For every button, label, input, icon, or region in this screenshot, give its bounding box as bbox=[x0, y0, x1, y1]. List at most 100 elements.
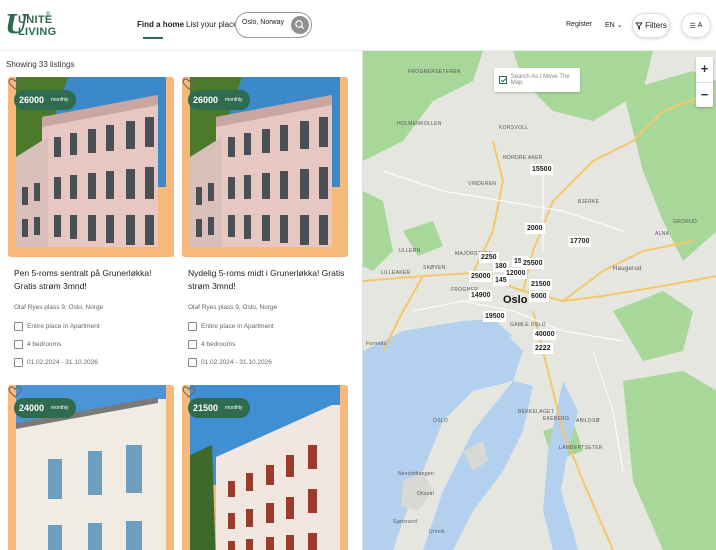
place-label: Fornebu bbox=[366, 341, 387, 347]
zoom-out-button[interactable]: − bbox=[696, 82, 713, 107]
price-badge: 26000 monthly bbox=[14, 90, 76, 110]
listing-rooms-label: 4 bedrooms bbox=[201, 341, 236, 348]
listing-dates-label: 01.02.2024 - 31.10.2026 bbox=[201, 359, 272, 366]
user-menu-button[interactable]: ☰ A bbox=[681, 13, 711, 38]
listing-title[interactable]: Pen 5-roms sentralt på Grunerløkka! Grat… bbox=[14, 267, 174, 293]
listing-address: Olaf Ryes plass 9, Oslo, Norge bbox=[188, 304, 278, 311]
place-label: Sjøstrand bbox=[393, 519, 418, 525]
place-label: LAMBERTSETER bbox=[559, 445, 603, 451]
nav-active-underline bbox=[143, 37, 163, 39]
place-label: Oksval bbox=[417, 491, 435, 497]
logo-line2: LIVING bbox=[18, 26, 57, 38]
place-label: ULLERN bbox=[399, 248, 421, 254]
listing-count: Showing 33 listings bbox=[6, 60, 75, 69]
language-selector[interactable]: EN ⌄ bbox=[605, 21, 623, 29]
listing-type-label: Entire place in Apartment bbox=[201, 323, 274, 330]
map-view[interactable]: Search As I Move The Map + − FROGNERSETE… bbox=[362, 51, 716, 550]
price-marker[interactable]: 6000 bbox=[529, 291, 549, 302]
price-marker[interactable]: 2222 bbox=[533, 343, 553, 354]
listing-photo[interactable]: 24000 monthly bbox=[8, 385, 174, 550]
place-label: Haugerud bbox=[613, 266, 642, 272]
listing-photo[interactable]: 21500 monthly bbox=[182, 385, 348, 550]
register-link[interactable]: Register bbox=[566, 21, 592, 28]
unite-living-logo[interactable]: U UNITE LIVING ® bbox=[5, 10, 56, 40]
price-marker[interactable]: 2000 bbox=[525, 223, 545, 234]
price-marker[interactable]: 14900 bbox=[469, 290, 493, 301]
place-label: ALNA bbox=[655, 231, 670, 237]
place-label: EKEBERG bbox=[543, 416, 570, 422]
price-marker[interactable]: 21500 bbox=[529, 279, 553, 290]
price-badge: 24000 monthly bbox=[14, 398, 76, 418]
price-marker[interactable]: 17700 bbox=[568, 236, 592, 247]
listing-type: Entire place in Apartment bbox=[188, 322, 274, 331]
price-marker[interactable]: 25000 bbox=[469, 271, 493, 282]
calendar-icon bbox=[14, 358, 23, 367]
place-label: FROGNERSETEREN bbox=[408, 69, 461, 75]
heart-icon[interactable] bbox=[8, 385, 22, 399]
account-initial: A bbox=[697, 22, 703, 29]
chevron-down-icon: ⌄ bbox=[616, 22, 623, 29]
listing-rooms-label: 4 bedrooms bbox=[27, 341, 62, 348]
price-marker[interactable]: 145 bbox=[493, 275, 509, 286]
home-icon bbox=[14, 322, 23, 331]
filters-label: Filters bbox=[645, 21, 667, 30]
listing-title[interactable]: Nydelig 5-roms midt i Grunerløkka! Grati… bbox=[188, 267, 348, 293]
price-amount: 26000 bbox=[19, 95, 45, 105]
search-icon bbox=[295, 20, 305, 30]
heart-icon[interactable] bbox=[8, 77, 22, 91]
price-badge: 26000 monthly bbox=[188, 90, 250, 110]
checkbox-checked-icon[interactable] bbox=[499, 76, 507, 84]
search-box bbox=[235, 12, 312, 38]
place-label: ABILDSØ bbox=[576, 418, 600, 424]
place-label: NORDRE AKER bbox=[503, 155, 543, 161]
top-header: U UNITE LIVING ® Find a home List your p… bbox=[0, 0, 716, 51]
price-period: monthly bbox=[225, 405, 243, 411]
listing-photo[interactable]: 26000 monthly bbox=[182, 77, 348, 257]
menu-icon: ☰ bbox=[689, 22, 696, 30]
home-icon bbox=[188, 322, 197, 331]
price-marker[interactable]: 15500 bbox=[530, 164, 554, 175]
place-label: BEKKELAGET bbox=[518, 409, 555, 415]
price-amount: 24000 bbox=[19, 403, 45, 413]
search-input[interactable] bbox=[242, 19, 294, 26]
nav-list-your-place[interactable]: List your place bbox=[186, 20, 238, 29]
nav-find-a-home[interactable]: Find a home bbox=[137, 20, 184, 29]
listing-address: Olaf Ryes plass 9, Oslo, Norge bbox=[14, 304, 104, 311]
place-label: BJERKE bbox=[578, 199, 600, 205]
place-label: SKØYEN bbox=[423, 265, 446, 271]
bed-icon bbox=[188, 340, 197, 349]
place-label: HOLMENKOLLEN bbox=[397, 121, 442, 127]
listing-photo[interactable]: 26000 monthly bbox=[8, 77, 174, 257]
listing-dates-label: 01.02.2024 - 31.10.2026 bbox=[27, 359, 98, 366]
price-badge: 21500 monthly bbox=[188, 398, 250, 418]
place-label: Ursvik bbox=[429, 529, 445, 535]
place-label: GRORUD bbox=[673, 219, 698, 225]
price-marker[interactable]: 40000 bbox=[533, 329, 557, 340]
place-label: KORSVOLL bbox=[499, 125, 529, 131]
search-as-i-move-label: Search As I Move The Map bbox=[510, 74, 570, 86]
heart-icon[interactable] bbox=[182, 385, 196, 399]
listing-type: Entire place in Apartment bbox=[14, 322, 100, 331]
price-period: monthly bbox=[225, 97, 243, 103]
place-label: GAMLE OSLO bbox=[510, 322, 546, 328]
price-amount: 26000 bbox=[193, 95, 219, 105]
zoom-in-button[interactable]: + bbox=[696, 57, 713, 82]
price-period: monthly bbox=[51, 405, 69, 411]
language-label: EN bbox=[605, 22, 615, 29]
listing-dates: 01.02.2024 - 31.10.2026 bbox=[188, 358, 272, 367]
heart-icon[interactable] bbox=[182, 77, 196, 91]
price-period: monthly bbox=[51, 97, 69, 103]
calendar-icon bbox=[188, 358, 197, 367]
price-amount: 21500 bbox=[193, 403, 219, 413]
place-label: Nesoddtangen bbox=[398, 471, 435, 477]
bed-icon bbox=[14, 340, 23, 349]
price-marker[interactable]: 19500 bbox=[483, 311, 507, 322]
place-label: OSLO bbox=[433, 418, 449, 424]
listing-type-label: Entire place in Apartment bbox=[27, 323, 100, 330]
filters-button[interactable]: Filters bbox=[632, 13, 670, 38]
place-label: LILLEAKER bbox=[381, 270, 411, 276]
city-label-oslo: Oslo bbox=[503, 294, 528, 306]
search-as-i-move-toggle[interactable]: Search As I Move The Map bbox=[494, 68, 580, 92]
search-button[interactable] bbox=[291, 16, 309, 34]
zoom-controls: + − bbox=[696, 57, 713, 107]
